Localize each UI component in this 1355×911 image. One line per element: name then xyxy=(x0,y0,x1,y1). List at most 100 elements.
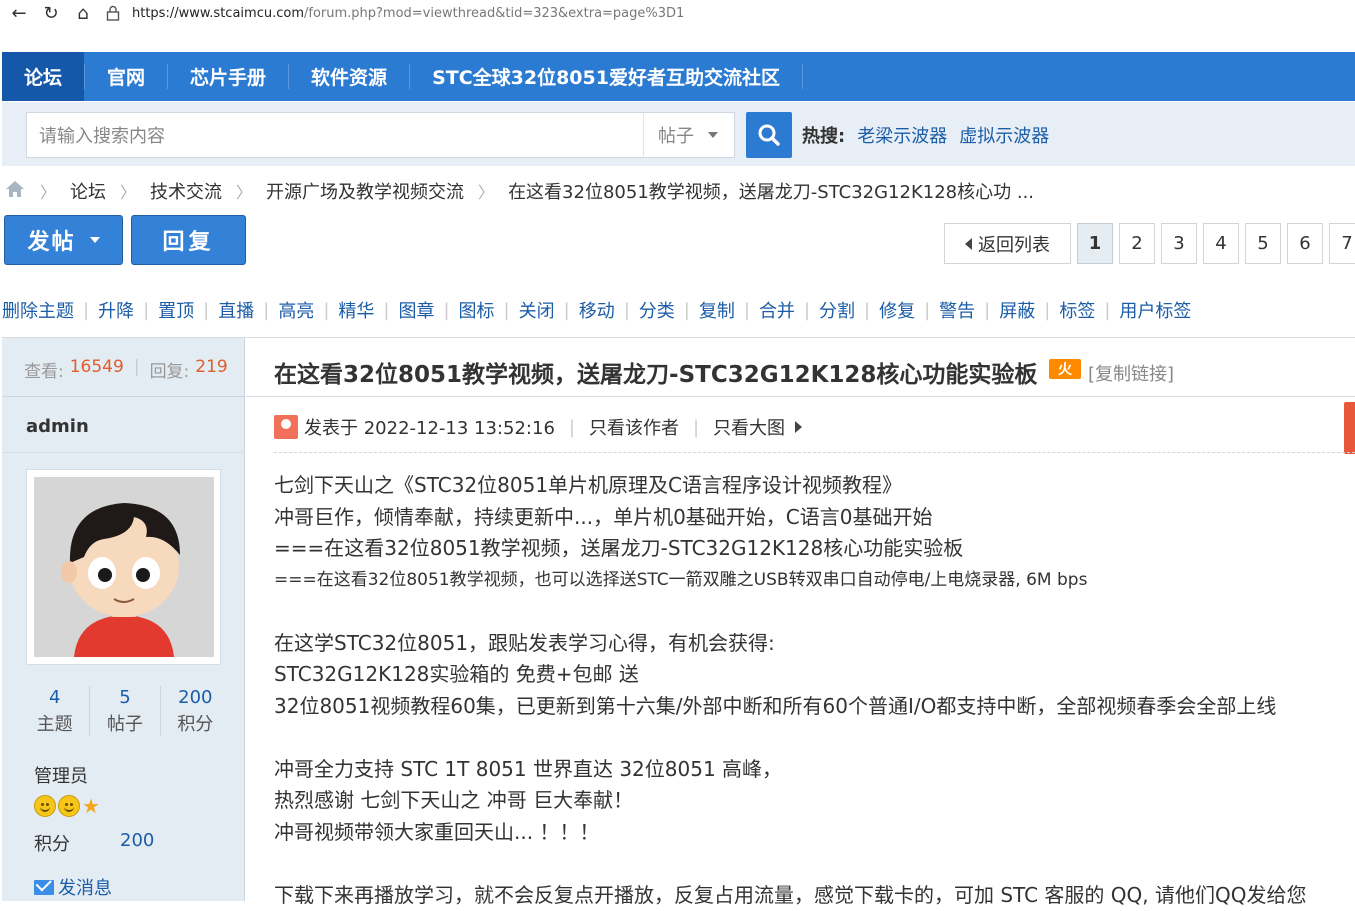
reply-button[interactable]: 回复 xyxy=(131,215,246,265)
online-status-icon xyxy=(274,415,298,439)
post-line: 冲哥巨作，倾情奉献，持续更新中...，单片机0基础开始，C语言0基础开始 xyxy=(274,502,1355,534)
spacer xyxy=(274,596,1355,628)
nav-item-official-site[interactable]: 官网 xyxy=(85,52,167,101)
mod-tool-link[interactable]: 合并 xyxy=(759,297,795,323)
caret-left-icon xyxy=(965,238,972,250)
mod-tool-link[interactable]: 图标 xyxy=(459,297,495,323)
caret-right-icon xyxy=(795,421,802,433)
mod-tool-link[interactable]: 高亮 xyxy=(278,297,314,323)
page-3[interactable]: 3 xyxy=(1161,223,1197,264)
chevron-down-icon xyxy=(90,237,100,243)
copy-link[interactable]: [复制链接] xyxy=(1088,360,1174,386)
breadcrumb: 〉 论坛 〉 技术交流 〉 开源广场及教学视频交流 〉 在这看32位8051教学… xyxy=(4,178,1034,204)
author-posts-label: 帖子 xyxy=(90,711,159,738)
new-post-button[interactable]: 发帖 xyxy=(4,215,123,265)
spacer xyxy=(274,848,1355,880)
author-credits-label: 积分 xyxy=(161,711,230,738)
search-input[interactable]: 请输入搜索内容 xyxy=(26,112,644,158)
lock-icon[interactable] xyxy=(106,5,120,21)
only-author-link[interactable]: 只看该作者 xyxy=(589,414,679,440)
mod-tool-link[interactable]: 直播 xyxy=(218,297,254,323)
home-icon[interactable]: ⌂ xyxy=(70,2,96,24)
mod-tool-link[interactable]: 置顶 xyxy=(158,297,194,323)
author-credits[interactable]: 200积分 xyxy=(161,684,230,738)
mod-tool-link[interactable]: 标签 xyxy=(1059,297,1095,323)
spacer xyxy=(274,722,1355,754)
mod-divider: | xyxy=(443,300,449,321)
page-5[interactable]: 5 xyxy=(1245,223,1281,264)
mod-divider: | xyxy=(744,300,750,321)
mod-tool-link[interactable]: 精华 xyxy=(338,297,374,323)
url-host: https://www.stcaimcu.com xyxy=(132,6,304,21)
mod-tool-link[interactable]: 分割 xyxy=(819,297,855,323)
hot-search-link[interactable]: 老梁示波器 xyxy=(857,122,947,148)
mod-tool-link[interactable]: 移动 xyxy=(579,297,615,323)
thread-title: 在这看32位8051教学视频，送屠龙刀-STC32G12K128核心功能实验板 xyxy=(274,355,1037,389)
mod-tool-link[interactable]: 图章 xyxy=(398,297,434,323)
page-7[interactable]: 7 xyxy=(1329,223,1355,264)
stats-divider: | xyxy=(134,357,140,382)
mod-tool-link[interactable]: 关闭 xyxy=(519,297,555,323)
post-line: 32位8051视频教程60集，已更新到第十六集/外部中断和所有60个普通I/O都… xyxy=(274,691,1355,723)
mod-tool-link[interactable]: 修复 xyxy=(879,297,915,323)
nav-item-forum[interactable]: 论坛 xyxy=(2,52,84,101)
views-label: 查看: xyxy=(24,357,64,382)
author-topics-value: 4 xyxy=(20,684,89,711)
mod-tool-link[interactable]: 分类 xyxy=(639,297,675,323)
mod-tool-link[interactable]: 屏蔽 xyxy=(999,297,1035,323)
page-2[interactable]: 2 xyxy=(1119,223,1155,264)
replies-count: 219 xyxy=(195,357,227,382)
mod-divider: | xyxy=(624,300,630,321)
avatar xyxy=(34,477,214,657)
nav-divider xyxy=(802,64,803,89)
mod-tool-link[interactable]: 警告 xyxy=(939,297,975,323)
address-bar[interactable]: https://www.stcaimcu.com/forum.php?mod=v… xyxy=(132,6,684,21)
author-stats: 4主题 5帖子 200积分 xyxy=(20,684,230,738)
back-arrow-icon[interactable]: ← xyxy=(6,2,32,24)
breadcrumb-current-thread[interactable]: 在这看32位8051教学视频，送屠龙刀-STC32G12K128核心功 ... xyxy=(508,178,1034,204)
mod-tool-link[interactable]: 复制 xyxy=(699,297,735,323)
post-line: 七剑下天山之《STC32位8051单片机原理及C语言程序设计视频教程》 xyxy=(274,470,1355,502)
mod-divider: | xyxy=(383,300,389,321)
mod-divider: | xyxy=(684,300,690,321)
author-name[interactable]: admin xyxy=(26,416,89,437)
breadcrumb-open-source[interactable]: 开源广场及教学视频交流 xyxy=(266,178,464,204)
chevron-right-icon: 〉 xyxy=(236,179,252,203)
author-topics[interactable]: 4主题 xyxy=(20,684,89,738)
star-rank-icon: ★ xyxy=(82,795,100,817)
mod-tool-link[interactable]: 删除主题 xyxy=(2,297,74,323)
page-6[interactable]: 6 xyxy=(1287,223,1323,264)
search-button[interactable] xyxy=(746,112,792,158)
envelope-icon xyxy=(34,880,54,895)
divider xyxy=(246,396,1355,397)
author-points-label: 积分 xyxy=(34,830,70,856)
page-1[interactable]: 1 xyxy=(1077,223,1113,264)
nav-item-community[interactable]: STC全球32位8051爱好者互助交流社区 xyxy=(410,52,802,101)
breadcrumb-tech[interactable]: 技术交流 xyxy=(150,178,222,204)
mod-divider: | xyxy=(1044,300,1050,321)
page-4[interactable]: 4 xyxy=(1203,223,1239,264)
mod-divider: | xyxy=(143,300,149,321)
search-type-label: 帖子 xyxy=(658,122,694,148)
nav-item-chip-manual[interactable]: 芯片手册 xyxy=(168,52,288,101)
back-to-list-button[interactable]: 返回列表 xyxy=(944,223,1071,264)
reload-icon[interactable]: ↻ xyxy=(38,2,64,24)
avatar-frame[interactable] xyxy=(26,469,221,665)
divider xyxy=(2,452,245,453)
hot-search-link[interactable]: 虚拟示波器 xyxy=(959,122,1049,148)
author-role[interactable]: 管理员 xyxy=(34,762,88,788)
search-type-select[interactable]: 帖子 xyxy=(643,112,735,158)
only-big-image-link[interactable]: 只看大图 xyxy=(713,414,785,440)
post-meta: 发表于 2022-12-13 13:52:16 | 只看该作者 | 只看大图 xyxy=(274,414,802,440)
post-line: ===在这看32位8051教学视频，也可以选择送STC一箭双雕之USB转双串口自… xyxy=(274,565,1355,597)
mod-tool-link[interactable]: 用户标签 xyxy=(1119,297,1191,323)
chevron-right-icon: 〉 xyxy=(40,179,56,203)
nav-item-software[interactable]: 软件资源 xyxy=(289,52,409,101)
mod-tool-link[interactable]: 升降 xyxy=(98,297,134,323)
author-posts[interactable]: 5帖子 xyxy=(90,684,159,738)
new-post-label: 发帖 xyxy=(27,224,75,256)
breadcrumb-forum[interactable]: 论坛 xyxy=(70,178,106,204)
author-points-value: 200 xyxy=(120,830,154,856)
home-icon[interactable] xyxy=(4,179,26,204)
send-message-link[interactable]: 发消息 xyxy=(34,874,112,900)
